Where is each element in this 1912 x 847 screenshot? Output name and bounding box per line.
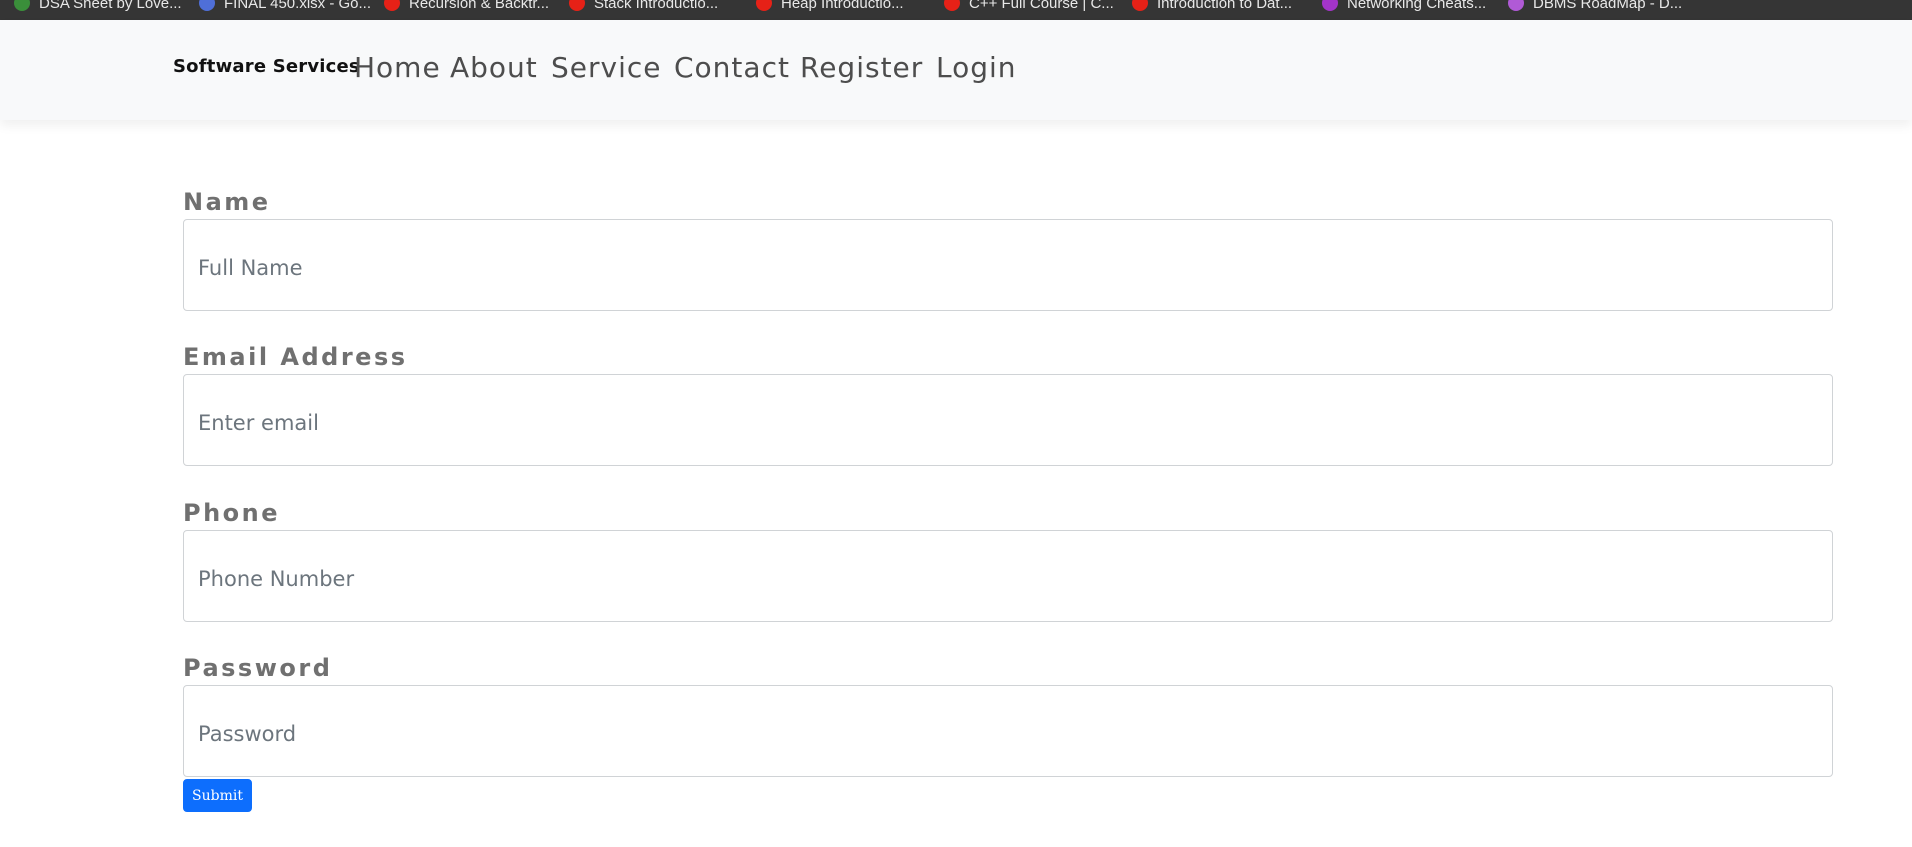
youtube-icon (569, 0, 585, 11)
youtube-icon (944, 0, 960, 11)
green-leaf-icon (14, 0, 30, 11)
bookmark-label: FINAL 450.xlsx - Go... (224, 0, 371, 12)
password-label: Password (183, 654, 333, 682)
bookmark-label: Introduction to Dat... (1157, 0, 1293, 12)
bookmark-item[interactable]: Stack Introductio... (569, 0, 718, 13)
name-input[interactable] (183, 219, 1833, 311)
nav-link-contact[interactable]: Contact (674, 51, 790, 84)
bookmark-label: Networking Cheats... (1347, 0, 1487, 12)
nav-link-about[interactable]: About (450, 51, 538, 84)
navbar: Software Services Home About Service Con… (0, 20, 1912, 120)
nav-link-service[interactable]: Service (551, 51, 661, 84)
phone-input[interactable] (183, 530, 1833, 622)
name-label: Name (183, 188, 271, 216)
bookmark-item[interactable]: C++ Full Course | C... (944, 0, 1114, 13)
bookmark-label: DSA Sheet by Love... (39, 0, 182, 12)
bookmark-item[interactable]: DSA Sheet by Love... (14, 0, 182, 13)
bookmark-label: DBMS RoadMap - D... (1533, 0, 1683, 12)
youtube-icon (384, 0, 400, 11)
bookmark-label: C++ Full Course | C... (969, 0, 1114, 12)
email-label: Email Address (183, 343, 408, 371)
bookmark-item[interactable]: Networking Cheats... (1322, 0, 1486, 13)
phone-label: Phone (183, 499, 281, 527)
nav-link-register[interactable]: Register (800, 51, 923, 84)
roadmap-icon (1508, 0, 1524, 11)
youtube-icon (756, 0, 772, 11)
nav-link-login[interactable]: Login (936, 51, 1017, 84)
submit-button[interactable]: Submit (183, 779, 252, 812)
bookmark-label: Heap Introductio... (781, 0, 904, 12)
sheets-icon (199, 0, 215, 11)
youtube-icon (1132, 0, 1148, 11)
bookmarks-bar: DSA Sheet by Love... FINAL 450.xlsx - Go… (0, 0, 1912, 20)
bookmark-item[interactable]: Introduction to Dat... (1132, 0, 1292, 13)
bookmark-item[interactable]: FINAL 450.xlsx - Go... (199, 0, 371, 13)
nav-link-home[interactable]: Home (354, 51, 441, 84)
bookmark-label: Stack Introductio... (594, 0, 719, 12)
email-input[interactable] (183, 374, 1833, 466)
bookmark-item[interactable]: Recursion & Backtr... (384, 0, 549, 13)
password-input[interactable] (183, 685, 1833, 777)
purple-circle-icon (1322, 0, 1338, 11)
bookmark-item[interactable]: Heap Introductio... (756, 0, 904, 13)
bookmark-item[interactable]: DBMS RoadMap - D... (1508, 0, 1682, 13)
bookmark-label: Recursion & Backtr... (409, 0, 550, 12)
navbar-brand[interactable]: Software Services (173, 56, 360, 77)
